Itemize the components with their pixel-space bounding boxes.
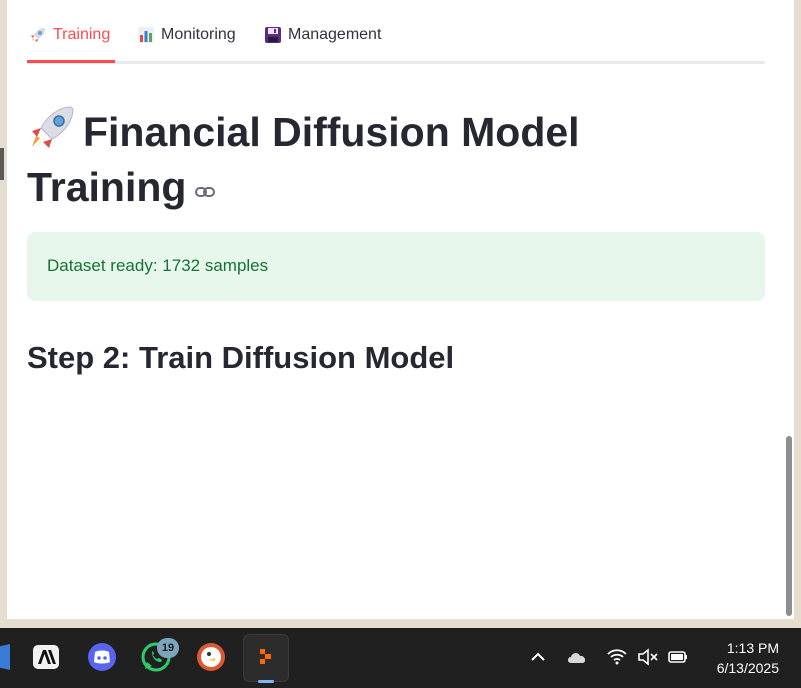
window-edge xyxy=(0,148,4,180)
active-app-indicator xyxy=(258,680,274,683)
tab-management-label: Management xyxy=(288,26,382,43)
taskbar: 1:13 PM 6/13/2025 xyxy=(0,628,801,688)
chevron-up-icon[interactable] xyxy=(529,648,547,666)
tab-training-label: Training xyxy=(53,26,111,43)
bar-chart-icon xyxy=(138,27,154,43)
wifi-icon[interactable] xyxy=(606,648,628,666)
partial-app-icon[interactable] xyxy=(0,642,18,672)
clock-date: 6/13/2025 xyxy=(716,660,779,676)
tab-training[interactable]: Training xyxy=(29,26,110,62)
tab-monitoring-label: Monitoring xyxy=(161,26,236,43)
volume-muted-icon[interactable] xyxy=(637,648,659,666)
tab-bar: Training Monitoring Management xyxy=(27,0,765,64)
battery-icon[interactable] xyxy=(667,648,689,666)
duckduckgo-icon[interactable] xyxy=(196,642,226,672)
link-icon[interactable] xyxy=(194,181,216,203)
cloud-icon[interactable] xyxy=(566,648,590,666)
success-alert: Dataset ready: 1732 samples xyxy=(27,232,765,301)
rocket-icon xyxy=(31,28,45,42)
discord-icon[interactable] xyxy=(87,642,117,672)
page-title: Financial Diffusion Model Training xyxy=(27,104,647,215)
anthropic-app-icon[interactable] xyxy=(31,642,61,672)
tab-management[interactable]: Management xyxy=(264,26,381,62)
rocket-icon xyxy=(32,106,74,149)
section-heading: Step 2: Train Diffusion Model xyxy=(27,340,455,375)
app-window: Training Monitoring Management Financial… xyxy=(7,0,794,619)
scrollbar[interactable] xyxy=(786,436,792,616)
notification-badge: 19 xyxy=(157,638,179,658)
active-app-icon[interactable] xyxy=(251,642,281,672)
alert-text: Dataset ready: 1732 samples xyxy=(47,256,269,275)
page-title-text: Financial Diffusion Model Training xyxy=(27,109,580,210)
system-clock[interactable]: 1:13 PM 6/13/2025 xyxy=(717,638,779,678)
clock-time: 1:13 PM xyxy=(726,640,779,656)
floppy-disk-icon xyxy=(265,27,281,43)
tab-monitoring[interactable]: Monitoring xyxy=(137,26,236,62)
active-tab-indicator xyxy=(27,60,115,63)
